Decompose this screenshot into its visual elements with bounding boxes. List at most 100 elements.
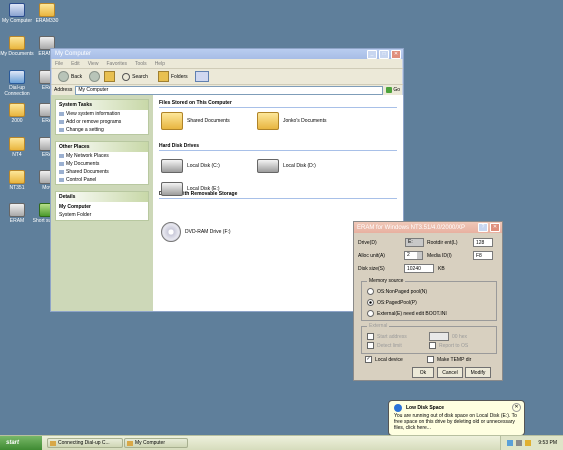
media-input[interactable]: F8	[473, 251, 493, 260]
task-label: My Computer	[135, 440, 166, 446]
place-my-network-places[interactable]: My Network Places	[56, 152, 148, 160]
clock[interactable]: 9:53 PM	[538, 440, 557, 446]
task-view-system-info[interactable]: View system information	[56, 110, 148, 118]
hard-disk-icon	[257, 159, 279, 173]
forward-button[interactable]	[89, 71, 101, 82]
taskbar: start Connecting Dial-up C... My Compute…	[0, 435, 563, 450]
drive-select[interactable]: E:	[405, 238, 424, 247]
jonkos-documents-item[interactable]: Jonko's Documents	[257, 112, 326, 130]
detect-limit-checkbox[interactable]	[367, 342, 374, 349]
maximize-button[interactable]: □	[379, 49, 389, 59]
go-button[interactable]: Go	[386, 87, 400, 93]
other-places-header[interactable]: Other Places	[56, 142, 148, 152]
mem-option-paged[interactable]: OS:PagedPool(P)	[367, 299, 417, 306]
temp-dir-label: Make TEMP dir	[437, 356, 472, 363]
temp-dir-row: Make TEMP dir	[427, 356, 471, 363]
ok-button[interactable]: Ok	[412, 367, 434, 378]
disksize-unit: KB	[438, 265, 445, 272]
hard-disk-icon	[161, 159, 183, 173]
folder-icon	[9, 137, 25, 151]
address-input[interactable]: My Computer	[75, 85, 384, 95]
local-disk-d-item[interactable]: Local Disk (D:)	[257, 159, 316, 173]
desktop-icon-my-computer[interactable]: My Computer	[0, 3, 34, 24]
back-button[interactable]: Back	[55, 70, 85, 83]
folder-icon	[39, 3, 55, 17]
shared-documents-item[interactable]: Shared Documents	[161, 112, 230, 130]
rootdir-input[interactable]: 128	[473, 238, 493, 247]
menu-edit[interactable]: Edit	[71, 61, 80, 67]
start-address-checkbox[interactable]	[367, 333, 374, 340]
local-disk-e-item[interactable]: Local Disk (E:)	[161, 182, 220, 196]
views-icon[interactable]	[194, 71, 209, 82]
menu-bar: File Edit View Favorites Tools Help	[51, 59, 403, 69]
desktop-icon-my-documents[interactable]: My Documents	[0, 36, 34, 57]
alloc-select[interactable]: 2	[404, 251, 423, 260]
disksize-value: 10240	[407, 265, 421, 272]
task-change-setting[interactable]: Change a setting	[56, 126, 148, 134]
close-button[interactable]: ✕	[490, 223, 500, 232]
details-header[interactable]: Details	[56, 192, 148, 202]
help-button[interactable]: ?	[478, 223, 488, 232]
search-label: Search	[132, 73, 148, 80]
option-label: OS:PagedPool(P)	[377, 299, 417, 306]
place-control-panel[interactable]: Control Panel	[56, 176, 148, 184]
search-button[interactable]: Search	[119, 72, 151, 82]
up-folder-icon[interactable]	[104, 71, 116, 82]
info-icon	[394, 404, 402, 412]
temp-dir-checkbox[interactable]	[427, 356, 434, 363]
program-icon	[9, 203, 25, 217]
volume-tray-icon[interactable]	[516, 440, 522, 446]
address-value: My Computer	[78, 87, 109, 93]
media-row: Media ID(I) F8	[427, 251, 493, 260]
radio-external[interactable]	[367, 310, 374, 317]
network-icon	[9, 70, 25, 84]
balloon-close-icon[interactable]: ✕	[512, 403, 521, 412]
local-disk-c-item[interactable]: Local Disk (C:)	[161, 159, 220, 173]
task-add-remove-programs[interactable]: Add or remove programs	[56, 118, 148, 126]
menu-help[interactable]: Help	[155, 61, 165, 67]
modify-button[interactable]: Modify	[465, 367, 491, 378]
warning-tray-icon[interactable]	[525, 440, 531, 446]
detect-limit-row: Detect limit Report to OS	[367, 342, 468, 349]
mem-option-nonpaged[interactable]: OS:NonPaged pool(N)	[367, 288, 427, 295]
minimize-button[interactable]: _	[367, 49, 377, 59]
low-disk-space-balloon[interactable]: Low Disk Space ✕ You are running out of …	[388, 400, 525, 436]
folder-icon	[257, 112, 279, 130]
close-button[interactable]: ✕	[391, 49, 401, 59]
folders-button[interactable]: Folders	[155, 70, 191, 83]
taskbar-task-my-computer[interactable]: My Computer	[124, 438, 188, 448]
desktop-icon-2000[interactable]: 2000	[0, 103, 34, 124]
eram-titlebar[interactable]: ERAM for Windows NT3.51/4.0/2000/XP ? ✕	[354, 222, 502, 233]
start-button[interactable]: start	[0, 436, 42, 450]
radio-nonpaged[interactable]	[367, 288, 374, 295]
dvd-ram-drive-item[interactable]: DVD-RAM Drive (F:)	[161, 222, 231, 242]
eram-dialog: ERAM for Windows NT3.51/4.0/2000/XP ? ✕ …	[353, 221, 503, 381]
go-label: Go	[393, 87, 400, 93]
network-tray-icon[interactable]	[507, 440, 513, 446]
explorer-titlebar[interactable]: My Computer _ □ ✕	[51, 49, 403, 59]
menu-favorites[interactable]: Favorites	[106, 61, 127, 67]
radio-paged[interactable]	[367, 299, 374, 306]
menu-tools[interactable]: Tools	[135, 61, 147, 67]
desktop-icon-nt351[interactable]: NT351	[0, 170, 34, 191]
local-device-checkbox[interactable]: ✓	[365, 356, 372, 363]
taskbar-task-dialup[interactable]: Connecting Dial-up C...	[47, 438, 123, 448]
mem-option-external[interactable]: External(E) need edit BOOT.INI	[367, 310, 447, 317]
menu-view[interactable]: View	[88, 61, 99, 67]
report-os-label: Report to OS	[439, 342, 469, 349]
report-os-checkbox[interactable]	[429, 342, 436, 349]
desktop-icon-eram330[interactable]: ERAM330	[30, 3, 64, 24]
disksize-input[interactable]: 10240	[404, 264, 434, 273]
place-shared-documents[interactable]: Shared Documents	[56, 168, 148, 176]
desktop-icon-dialup[interactable]: Dial-up Connection	[0, 70, 34, 97]
desktop-icon-nt4[interactable]: NT4	[0, 137, 34, 158]
cancel-button[interactable]: Cancel	[437, 367, 463, 378]
system-tasks-header[interactable]: System Tasks	[56, 100, 148, 110]
start-address-input[interactable]	[429, 332, 449, 341]
toolbar: Back Search Folders	[51, 69, 403, 85]
start-label: start	[6, 440, 20, 446]
alloc-row: Alloc unit(A) 2	[358, 251, 423, 260]
menu-file[interactable]: File	[55, 61, 63, 67]
desktop-icon-eram[interactable]: ERAM	[0, 203, 34, 224]
place-my-documents[interactable]: My Documents	[56, 160, 148, 168]
